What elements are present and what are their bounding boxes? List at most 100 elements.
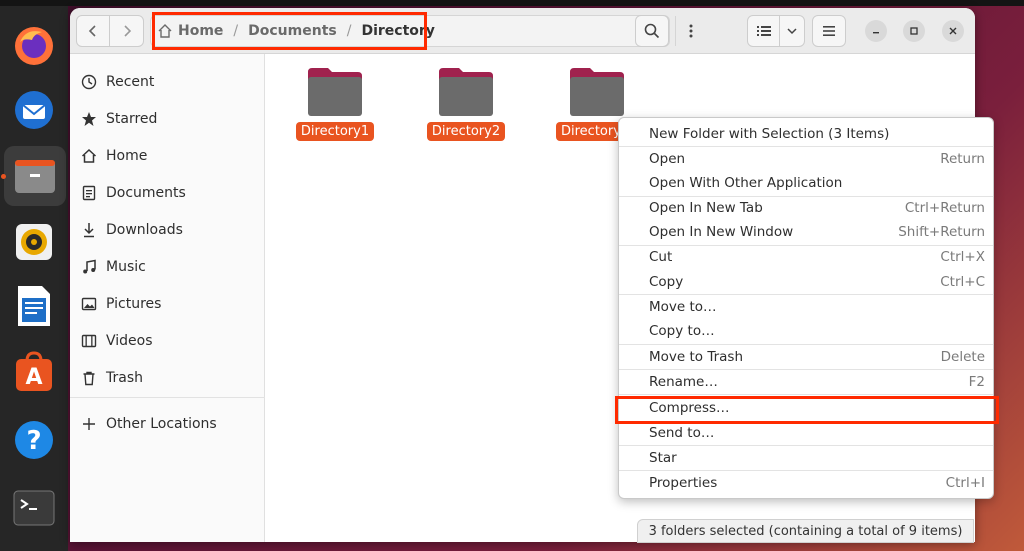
menu-item-label: Copy to… (649, 323, 715, 339)
breadcrumb-directory[interactable]: Directory (361, 23, 434, 39)
writer-icon[interactable] (10, 282, 58, 330)
forward-button[interactable] (110, 16, 143, 46)
thunderbird-icon[interactable] (10, 86, 58, 134)
folder-icon (308, 68, 362, 116)
home-icon (80, 147, 98, 165)
sidebar-item-label: Other Locations (106, 416, 217, 432)
home-icon (158, 24, 172, 38)
menu-item-label: Open In New Window (649, 224, 794, 240)
list-view-icon (756, 26, 771, 36)
menu-item-shortcut: Ctrl+Return (904, 200, 985, 216)
sidebar-item-trash[interactable]: Trash (80, 363, 143, 393)
path-menu-button[interactable] (675, 16, 705, 46)
hamburger-menu-icon (823, 26, 835, 36)
header-bar: Home / Documents / Directory (70, 8, 975, 54)
sidebar-divider (70, 397, 265, 398)
sidebar: Recent Starred Home Documents Downloads … (70, 54, 265, 542)
sidebar-item-label: Pictures (106, 296, 162, 312)
breadcrumb: Home / Documents / Directory (157, 16, 435, 46)
menu-item-star[interactable]: Star (619, 446, 993, 470)
view-toggle-group (747, 15, 805, 47)
rhythmbox-icon[interactable] (10, 218, 58, 266)
video-icon (80, 332, 98, 350)
firefox-icon[interactable] (10, 22, 58, 70)
sidebar-item-label: Downloads (106, 222, 183, 238)
picture-icon (80, 295, 98, 313)
menu-item-shortcut: Return (940, 151, 985, 167)
menu-item-open-with-other-application[interactable]: Open With Other Application (619, 171, 993, 195)
back-button[interactable] (77, 16, 111, 46)
sidebar-item-label: Starred (106, 111, 158, 127)
menu-item-move-to[interactable]: Move to… (619, 295, 993, 319)
sidebar-item-home[interactable]: Home (80, 141, 147, 171)
close-button[interactable] (942, 20, 964, 42)
menu-item-open-in-new-tab[interactable]: Open In New Tab Ctrl+Return (619, 196, 993, 220)
minimize-button[interactable] (865, 20, 887, 42)
menu-item-label: Star (649, 450, 677, 466)
menu-item-label: Rename… (649, 374, 718, 390)
folder-name: Directory2 (426, 122, 506, 141)
menu-item-copy-to[interactable]: Copy to… (619, 319, 993, 343)
menu-item-open-in-new-window[interactable]: Open In New Window Shift+Return (619, 220, 993, 244)
main-menu-button[interactable] (812, 15, 846, 47)
sidebar-item-downloads[interactable]: Downloads (80, 215, 183, 245)
menu-item-label: Copy (649, 274, 684, 290)
sidebar-item-music[interactable]: Music (80, 252, 146, 282)
sidebar-item-starred[interactable]: Starred (80, 104, 157, 134)
help-icon[interactable]: ? (10, 416, 58, 464)
search-button[interactable] (635, 15, 669, 47)
menu-item-label: Move to Trash (649, 349, 744, 365)
view-options-button[interactable] (780, 16, 804, 46)
dock: A ? (0, 6, 68, 551)
menu-item-send-to[interactable]: Send to… (619, 421, 993, 445)
menu-item-rename[interactable]: Rename… F2 (619, 370, 993, 394)
sidebar-item-label: Recent (106, 74, 155, 90)
sidebar-item-label: Videos (106, 333, 153, 349)
folder-item[interactable]: Directory1 (280, 66, 390, 141)
menu-item-label: Cut (649, 249, 673, 265)
menu-item-label: Send to… (649, 425, 715, 441)
terminal-icon[interactable] (10, 484, 58, 532)
star-icon (80, 110, 98, 128)
menu-item-label: Open With Other Application (649, 175, 843, 191)
folder-name: Directory (556, 122, 626, 141)
menu-item-shortcut: Ctrl+X (940, 249, 985, 265)
menu-item-label: Properties (649, 475, 718, 491)
folder-name: Directory1 (295, 122, 375, 141)
context-menu: New Folder with Selection (3 Items) Open… (618, 117, 994, 499)
download-icon (80, 221, 98, 239)
chevron-left-icon (88, 25, 96, 37)
sidebar-item-pictures[interactable]: Pictures (80, 289, 161, 319)
top-bar (0, 0, 1024, 6)
sidebar-item-videos[interactable]: Videos (80, 326, 153, 356)
sidebar-item-label: Music (106, 259, 146, 275)
breadcrumb-separator: / (346, 23, 352, 39)
menu-item-properties[interactable]: Properties Ctrl+I (619, 471, 993, 495)
menu-item-label: Move to… (649, 299, 717, 315)
sidebar-item-other-locations[interactable]: Other Locations (80, 409, 217, 439)
maximize-icon (910, 27, 918, 35)
menu-item-open[interactable]: Open Return (619, 147, 993, 171)
breadcrumb-separator: / (233, 23, 239, 39)
folder-icon (439, 68, 493, 116)
more-vertical-icon (689, 24, 692, 38)
menu-item-compress[interactable]: Compress… (619, 396, 993, 420)
menu-item-new-folder-with-selection[interactable]: New Folder with Selection (3 Items) (619, 122, 993, 146)
maximize-button[interactable] (903, 20, 925, 42)
list-view-button[interactable] (748, 16, 780, 46)
minimize-icon (873, 32, 879, 34)
folder-icon (570, 68, 624, 116)
menu-item-copy[interactable]: Copy Ctrl+C (619, 270, 993, 294)
menu-item-cut[interactable]: Cut Ctrl+X (619, 245, 993, 269)
sidebar-item-recent[interactable]: Recent (80, 67, 154, 97)
folder-item[interactable]: Directory2 (411, 66, 521, 141)
menu-item-move-to-trash[interactable]: Move to Trash Delete (619, 345, 993, 369)
menu-item-shortcut: Ctrl+C (940, 274, 985, 290)
sidebar-item-label: Trash (106, 370, 143, 386)
sidebar-item-documents[interactable]: Documents (80, 178, 186, 208)
breadcrumb-home[interactable]: Home (178, 23, 223, 39)
breadcrumb-documents[interactable]: Documents (248, 23, 337, 39)
app-center-icon[interactable]: A (10, 348, 58, 396)
menu-item-label: New Folder with Selection (3 Items) (649, 126, 890, 142)
files-icon[interactable] (4, 146, 66, 206)
